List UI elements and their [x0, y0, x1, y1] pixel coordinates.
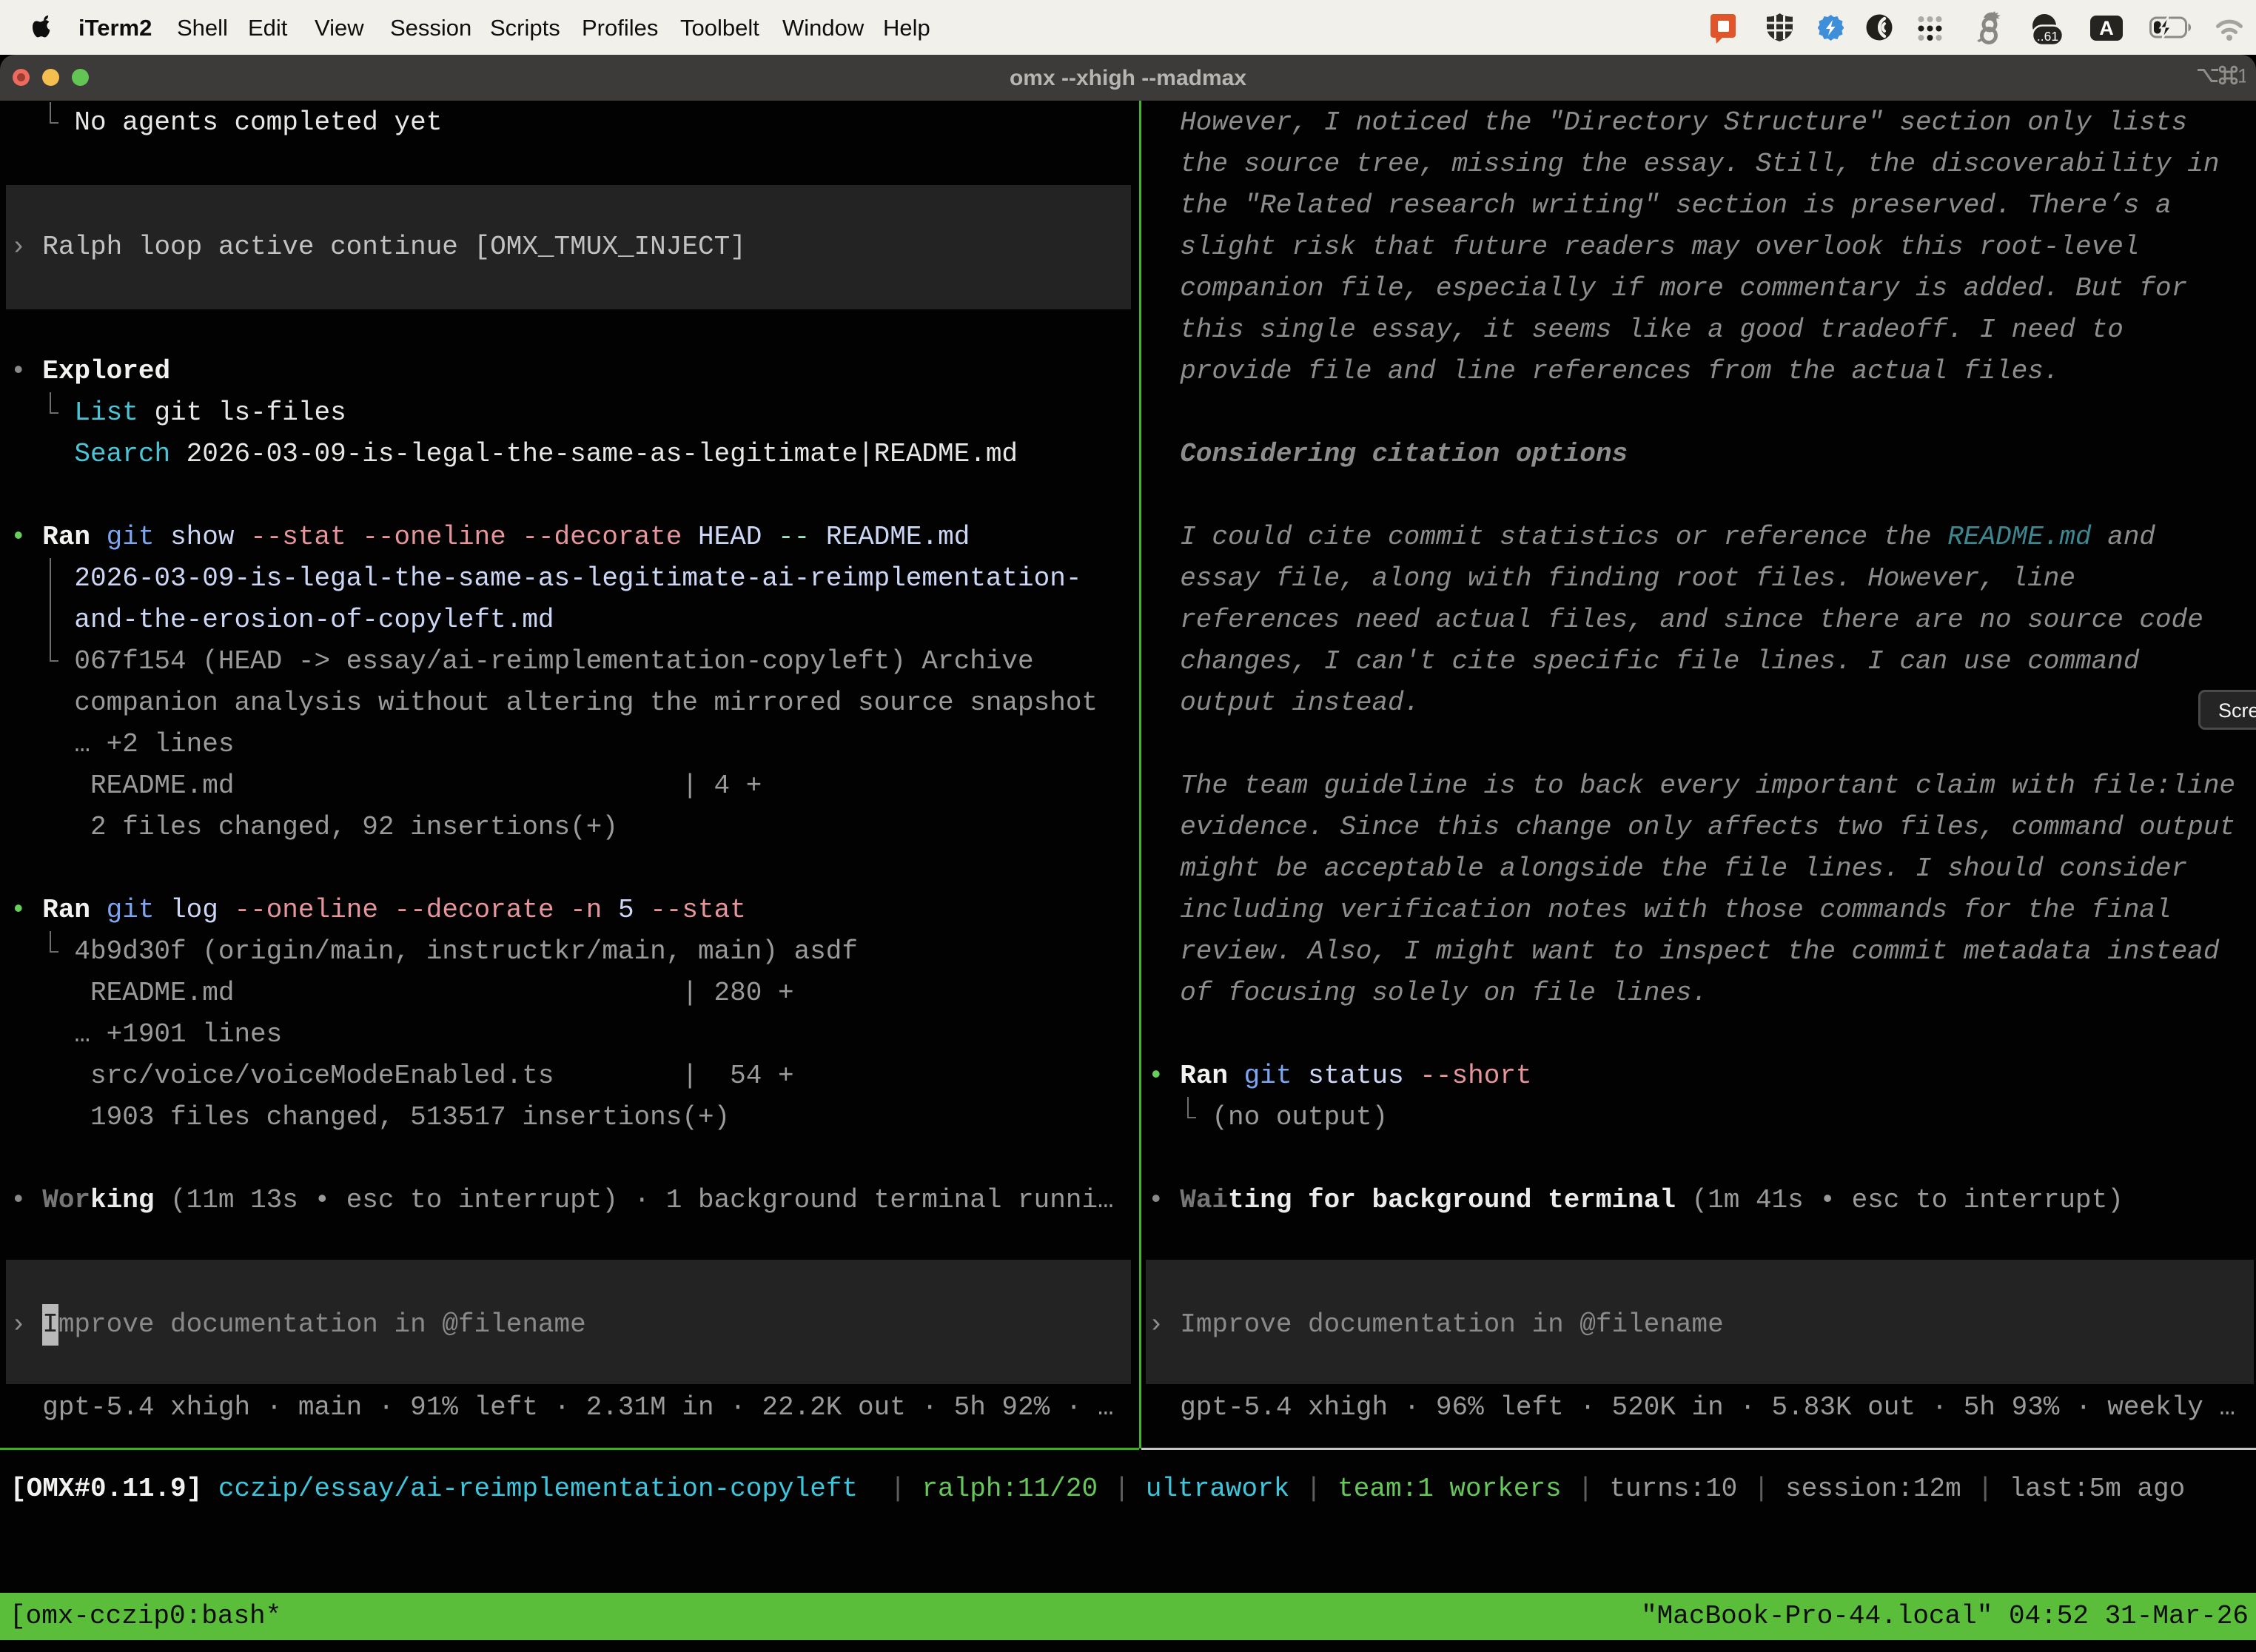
svg-text:1: 1	[2237, 65, 2246, 87]
svg-text:..61: ..61	[2037, 29, 2058, 44]
